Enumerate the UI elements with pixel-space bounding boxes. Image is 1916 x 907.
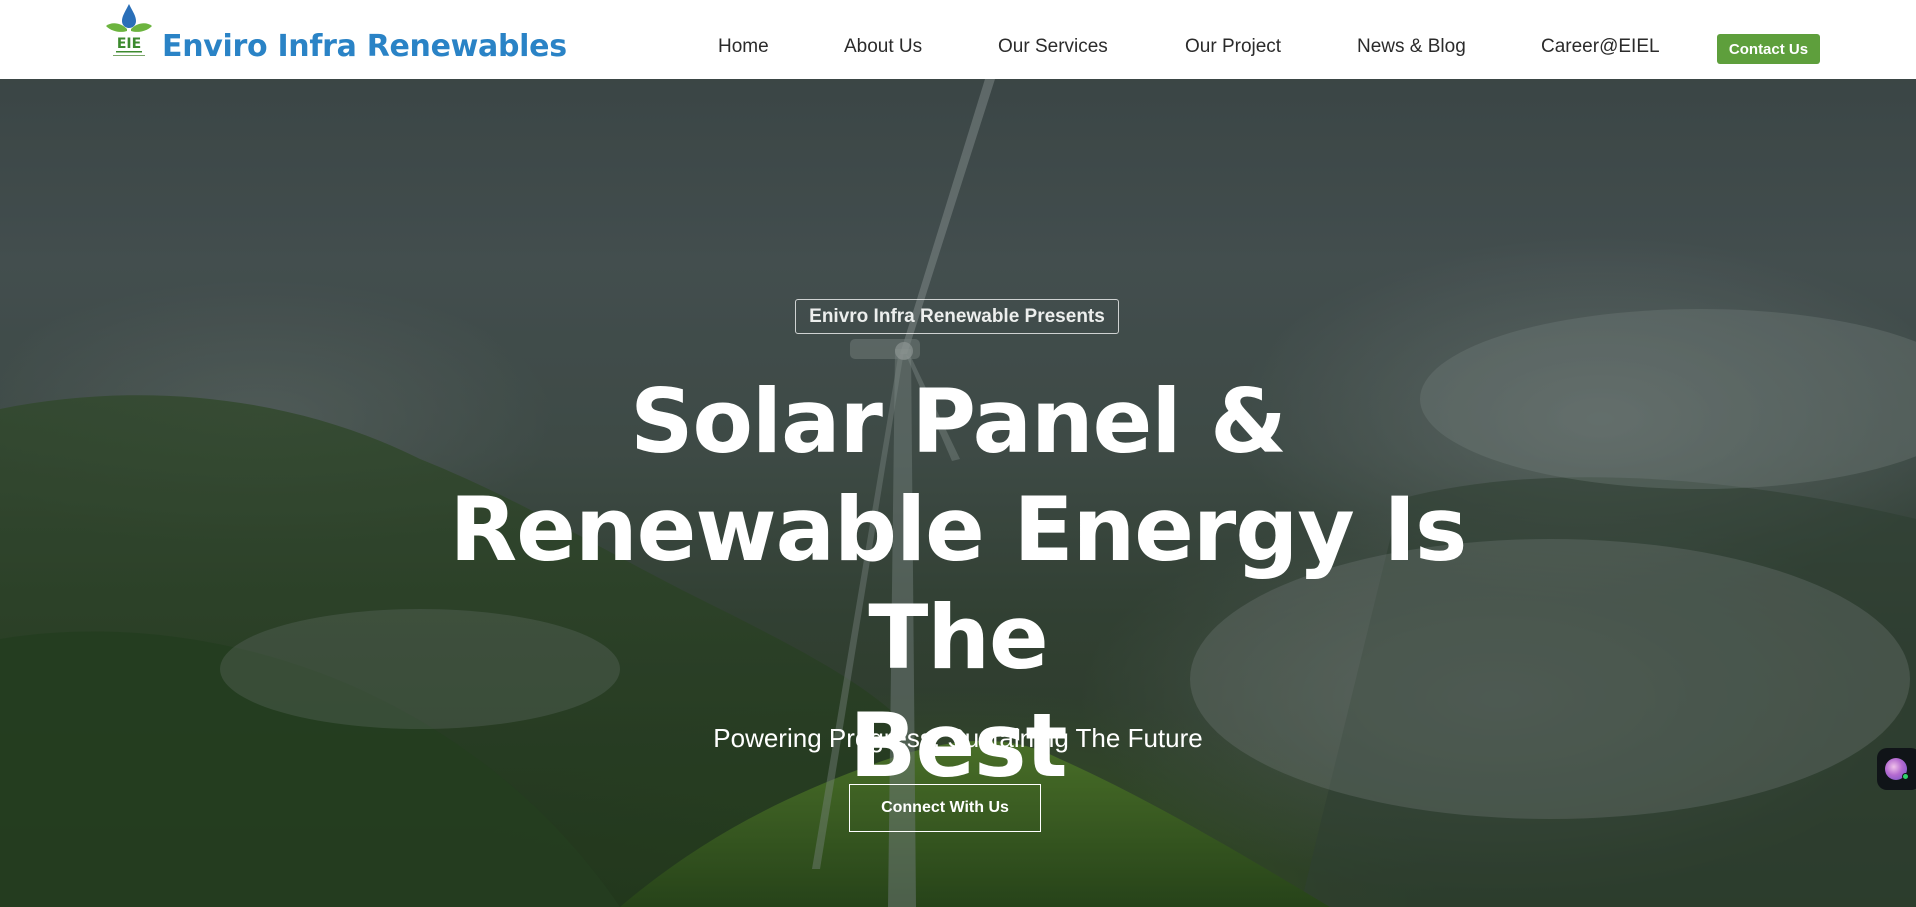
hero-subtitle: Powering Progress, Sustaining The Future — [713, 723, 1203, 753]
brand-logo[interactable]: EIE — [104, 2, 154, 62]
nav-our-project[interactable]: Our Project — [1185, 36, 1281, 58]
hero-title-line-2: Renewable Energy Is The — [449, 478, 1468, 689]
site-header: EIE Enviro Infra Renewables Home About U… — [0, 0, 1916, 79]
nav-home[interactable]: Home — [718, 36, 769, 58]
connect-with-us-button[interactable]: Connect With Us — [849, 784, 1041, 832]
logo-text: EIE — [117, 36, 141, 52]
nav-our-services[interactable]: Our Services — [998, 36, 1108, 58]
hero-title-line-1: Solar Panel & — [630, 370, 1287, 473]
nav-news-blog[interactable]: News & Blog — [1357, 36, 1466, 58]
contact-us-button[interactable]: Contact Us — [1717, 34, 1820, 64]
nav-about-us[interactable]: About Us — [844, 36, 922, 58]
hero-tagline: Enivro Infra Renewable Presents — [795, 299, 1119, 334]
nav-career[interactable]: Career@EIEL — [1541, 36, 1660, 58]
brand-name[interactable]: Enviro Infra Renewables — [162, 29, 567, 64]
chat-widget-button[interactable] — [1877, 748, 1916, 790]
leaf-drop-icon: EIE — [106, 4, 152, 56]
online-status-icon — [1902, 773, 1909, 780]
